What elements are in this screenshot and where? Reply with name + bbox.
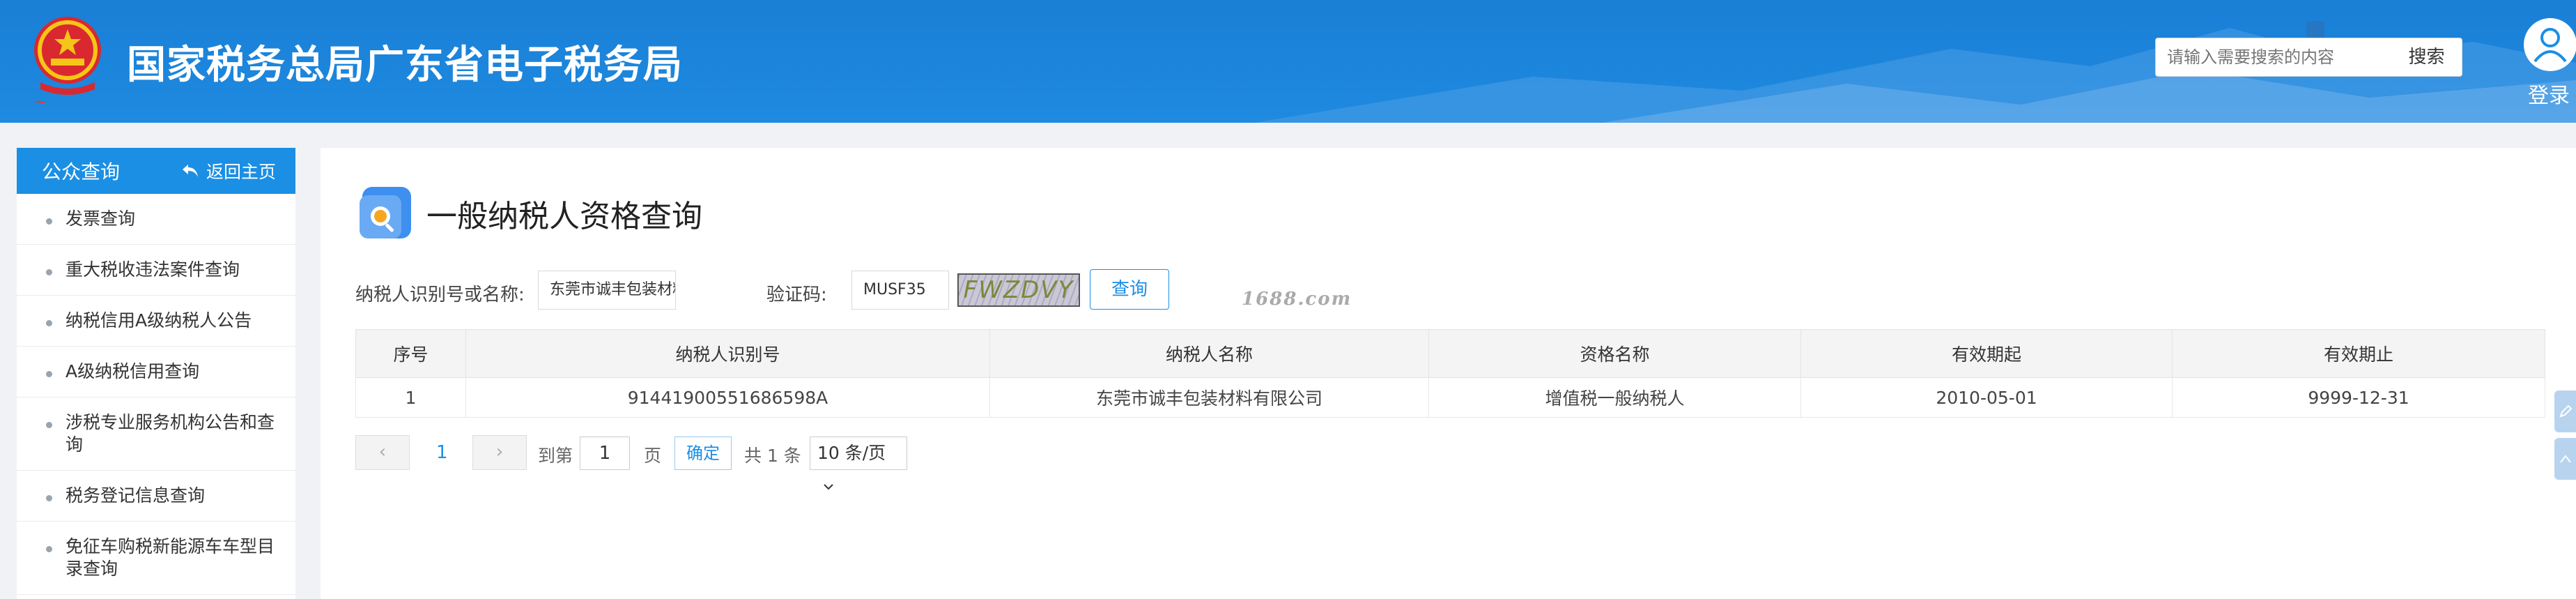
table-header-row: 序号 纳税人识别号 纳税人名称 资格名称 有效期起 有效期止 [355,329,2545,378]
next-page-button[interactable]: › [472,435,527,470]
sidebar-item-major-violation-query[interactable]: 重大税收违法案件查询 [17,245,295,296]
edit-icon [2559,404,2572,418]
captcha-label: 验证码: [766,285,827,305]
sidebar-title: 公众查询 [42,160,121,183]
column-header: 纳税人名称 [989,329,1429,378]
current-page[interactable]: 1 [436,442,448,463]
table-cell: 2010-05-01 [1800,377,2173,418]
table-cell: 增值税一般纳税人 [1428,377,1801,418]
table-row: 1 91441900551686598A 东莞市诚丰包装材料有限公司 增值税一般… [355,377,2545,418]
sidebar-item-credit-a-query[interactable]: A级纳税信用查询 [17,347,295,397]
column-header: 序号 [355,329,466,378]
page-size-value: 10 条/页 [817,443,886,463]
sidebar-item-tax-agency-query[interactable]: 涉税专业服务机构公告和查询 [17,397,295,471]
sidebar-header: 公众查询 返回主页 [17,148,295,194]
feedback-tool-button[interactable] [2554,391,2576,432]
sidebar-item-tax-registration-query[interactable]: 税务登记信息查询 [17,471,295,522]
login-label: 登录 [2528,84,2570,108]
taxpayer-label: 纳税人识别号或名称: [355,285,525,305]
prev-page-button[interactable]: ‹ [355,435,410,470]
column-header: 有效期止 [2172,329,2545,378]
search-document-icon [360,187,411,238]
main-panel: 一般纳税人资格查询 纳税人识别号或名称: 东莞市诚丰包装材料有限公司 验证码: … [321,148,2576,599]
column-header: 资格名称 [1428,329,1801,378]
emblem-signature: ~ [33,92,48,112]
taxpayer-input[interactable]: 东莞市诚丰包装材料有限公司 [538,271,676,310]
table-cell: 东莞市诚丰包装材料有限公司 [989,377,1429,418]
back-home-label: 返回主页 [206,162,276,182]
sidebar-item-credit-a-announcement[interactable]: 纳税信用A级纳税人公告 [17,296,295,347]
user-icon [2524,18,2576,71]
sidebar-item-invoice-query[interactable]: 发票查询 [17,194,295,245]
sidebar-menu: 发票查询 重大税收违法案件查询 纳税信用A级纳税人公告 A级纳税信用查询 涉税专… [17,194,295,595]
sidebar-item-nev-exemption-query[interactable]: 免征车购税新能源车车型目录查询 [17,522,295,595]
table-cell: 91441900551686598A [465,377,990,418]
watermark: 1688.com [1242,289,1352,310]
table-cell: 1 [355,377,466,418]
sidebar: 公众查询 返回主页 发票查询 重大税收违法案件查询 纳税信用A级纳税人公告 A级… [17,148,295,599]
query-button[interactable]: 查询 [1090,269,1169,310]
login-button[interactable]: 登录 [2524,18,2576,109]
site-title: 国家税务总局广东省电子税务局 [127,43,683,88]
goto-page-input[interactable]: 1 [580,437,630,470]
column-header: 纳税人识别号 [465,329,990,378]
back-home-link[interactable]: 返回主页 [181,158,276,183]
captcha-image[interactable]: FWZDVY [957,273,1080,307]
national-emblem-logo [34,17,101,95]
total-count: 共 1 条 [744,446,801,466]
captcha-input[interactable]: MUSF35 [851,271,949,310]
page-size-select[interactable]: 10 条/页 [810,437,907,490]
floating-tools [2554,391,2576,485]
search-input[interactable] [2155,38,2392,77]
goto-confirm-button[interactable]: 确定 [674,437,732,470]
search-button[interactable]: 搜索 [2391,38,2462,77]
table-cell: 9999-12-31 [2172,377,2545,418]
goto-prefix: 到第 [538,446,573,466]
return-arrow-icon [182,165,198,177]
back-to-top-button[interactable] [2554,438,2576,480]
arrow-up-icon [2559,455,2571,463]
chevron-down-icon [824,484,833,490]
page-title: 一般纳税人资格查询 [426,199,702,234]
site-header: ~ 国家税务总局广东省电子税务局 搜索 登录 [0,0,2576,123]
result-table: 序号 纳税人识别号 纳税人名称 资格名称 有效期起 有效期止 1 9144190… [355,329,2545,418]
goto-suffix: 页 [644,446,662,466]
column-header: 有效期起 [1800,329,2173,378]
